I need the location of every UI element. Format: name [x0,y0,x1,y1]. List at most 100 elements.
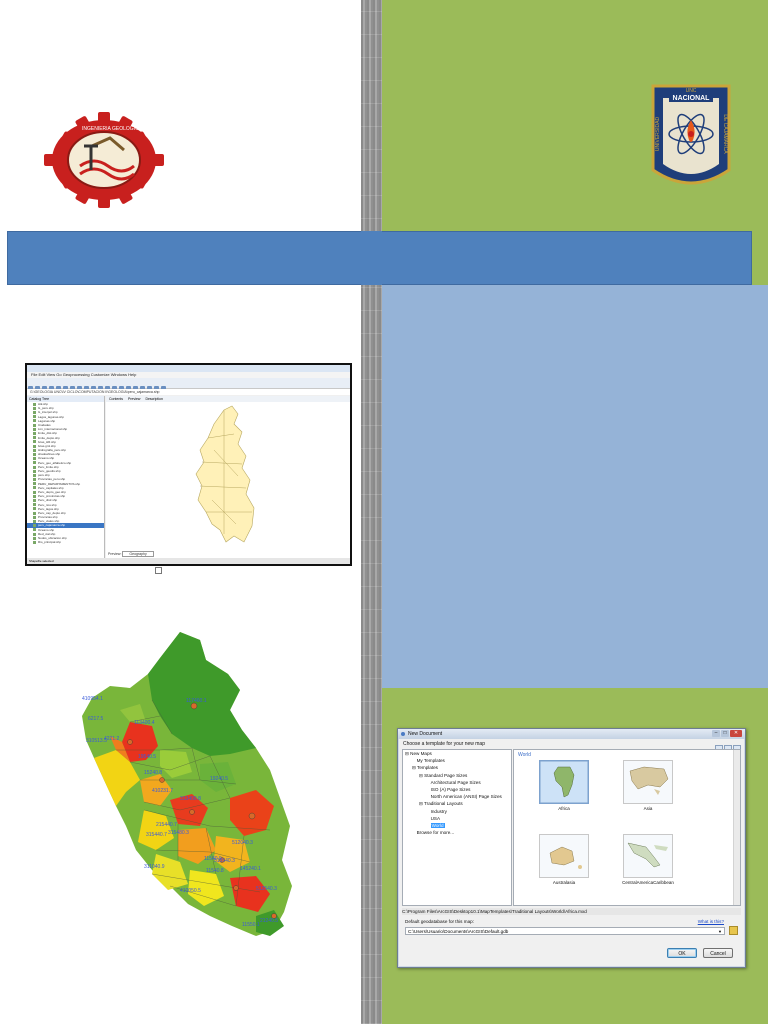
peru-choropleth-map: 410954.1 6217.5 310513.5 4221.2 113400.4 1174… [60,630,300,940]
browse-folder-icon[interactable] [729,926,738,935]
tree-node-label: My Templates [416,758,445,764]
preview-select: Geography [122,551,154,557]
catalog-tabs: Contents Preview Description [106,396,350,402]
dialog-body: Choose a template for your new map ⊟ New… [399,739,744,966]
tree-node[interactable]: My Templates [403,757,511,764]
tree-node[interactable]: ⊟ Templates [403,764,511,771]
close-button[interactable]: ✕ [730,730,742,737]
template-thumb-central-america[interactable]: CentralAmericaCaribbean [618,834,678,890]
what-is-this-link[interactable]: What is this? [698,919,724,924]
arcmap-location-bar: G:\GEOLOGIA UNC\IV CICLO\COMPUTACION II\… [27,389,350,395]
map-value-label: 11540.9 [204,856,222,862]
catalog-list: Atk.shp G_peru.shp G_interpol.shp Lagos_lag… [27,402,104,544]
banner-divider-cover [361,231,382,285]
arcmap-status-bar: Shapefile selected [27,558,350,564]
minimize-button[interactable]: – [712,730,720,737]
preview-label: Preview: [108,552,122,556]
chevron-down-icon[interactable]: ▼ [718,928,722,936]
geodatabase-combo[interactable]: C:\Users\Usuario\Documents\ArcGIS\Defaul… [405,927,725,935]
arcmap-toolbar [27,378,350,391]
tree-node[interactable]: North American (ANSI) Page Sizes [403,793,511,800]
image-anchor-marker [155,567,162,574]
tree-node[interactable]: World [403,822,511,829]
map-value-label: 117460.1 [186,698,207,704]
template-tree: ⊟ New Maps My Templates ⊟ Templates ⊟ Stan… [402,749,512,906]
cancel-button[interactable]: Cancel [703,948,733,958]
map-value-label: 512540.3 [256,886,277,892]
dialog-title: New Document [408,731,443,737]
arcmap-titlebar [27,365,350,372]
tree-node-label: Standard Page Sizes [424,772,468,778]
map-value-label: 15240.8 [144,770,162,776]
tab-preview: Preview [128,397,141,401]
map-value-label: 311040.9 [144,864,165,870]
australasia-map-thumbnail [539,834,589,878]
blue-content-panel [382,285,768,688]
expand-toggle-icon[interactable] [426,823,431,828]
ok-button[interactable]: OK [667,948,697,958]
map-value-label: 113400.4 [134,720,155,726]
central-america-map-thumbnail [623,834,673,878]
tree-node-label: Templates [417,765,438,771]
tree-node[interactable]: ⊟ Traditional Layouts [403,800,511,807]
map-value-label: 21240.5 [260,918,278,924]
tree-node-label: Architectural Page Sizes [430,779,481,785]
map-value-label: 11540.8 [206,868,224,874]
map-value-label: 315440.7 [146,832,167,838]
cajamarca-preview-map [195,405,255,543]
geodatabase-value: C:\Users\Usuario\Documents\ArcGIS\Defaul… [408,929,509,934]
template-label: Africa [558,806,570,811]
logo-unc-text: UNC [686,88,697,94]
template-gallery: World Africa Asia Australasia CentralAme… [513,749,741,906]
tree-node-label: North American (ANSI) Page Sizes [430,794,502,800]
tree-node-label: Industry [430,808,447,814]
tree-node[interactable]: Architectural Page Sizes [403,779,511,786]
gear-emblem-icon: INGENIERIA GEOLOGICA [44,112,164,208]
template-path: C:\Program Files\ArcGIS\Desktop10.1\MapT… [402,908,741,915]
tab-contents: Contents [109,397,124,401]
maximize-button[interactable]: □ [721,730,729,737]
catalog-tree-panel: Catalog Tree Atk.shp G_peru.shp G_interpol… [27,396,105,558]
tree-node-label: New Maps [410,751,432,756]
map-value-label: 11550.1 [242,922,260,928]
tree-node-label: Traditional Layouts [424,801,463,807]
svg-text:INGENIERIA GEOLOGICA: INGENIERIA GEOLOGICA [82,126,143,132]
map-value-label: 145240.1 [240,866,261,872]
new-document-dialog: New Document – □ ✕ Choose a template for… [397,728,746,968]
dialog-prompt: Choose a template for your new map [403,741,485,747]
map-value-label: 410954.1 [82,696,103,702]
arccatalog-screenshot: File Edit View Go Geoprocessing Customiz… [25,363,352,566]
tree-node[interactable]: ISO (A) Page Sizes [403,786,511,793]
tab-description: Description [145,397,163,401]
map-value-label: 6217.5 [88,716,104,722]
tree-node[interactable]: ⊟ Standard Page Sizes [403,772,511,779]
preview-combo: Preview: Geography [108,551,154,557]
arcmap-app-icon [401,732,405,736]
logo-nacional-text: NACIONAL [673,95,711,102]
tree-node-label: Browse for more... [416,830,455,836]
catalog-item[interactable]: Rio_principal.shp [27,540,104,544]
dialog-titlebar: New Document – □ ✕ [398,729,745,739]
africa-map-thumbnail [539,760,589,804]
tree-node-label: World [430,822,445,828]
vertical-divider [361,0,382,1024]
template-thumb-africa[interactable]: Africa [534,760,594,816]
map-value-label: 19540.5 [138,754,156,760]
gallery-scrollbar[interactable] [733,750,740,905]
logo-universidad-text: UNIVERSIDAD [655,117,661,152]
map-value-label: 313400.8 [180,796,201,802]
template-label: Asia [643,806,653,811]
tree-node[interactable]: Industry [403,808,511,815]
tree-node[interactable]: Browse for more... [403,829,511,836]
map-value-label: 215440.7 [156,822,177,828]
tree-node-label: ISO (A) Page Sizes [430,786,471,792]
logo-cajamarca-text: DE CAJAMARCA [722,114,728,154]
tree-node[interactable]: USA [403,815,511,822]
tree-node[interactable]: ⊟ New Maps [403,750,511,757]
map-value-label: 315480.3 [168,830,189,836]
template-thumb-asia[interactable]: Asia [618,760,678,816]
template-thumb-australasia[interactable]: Australasia [534,834,594,890]
tree-node-label: USA [430,815,441,821]
atom-shield-icon: UNC NACIONAL UNIVERSIDAD DE CAJAMARCA [651,84,731,196]
map-value-label: 512040.3 [232,840,253,846]
